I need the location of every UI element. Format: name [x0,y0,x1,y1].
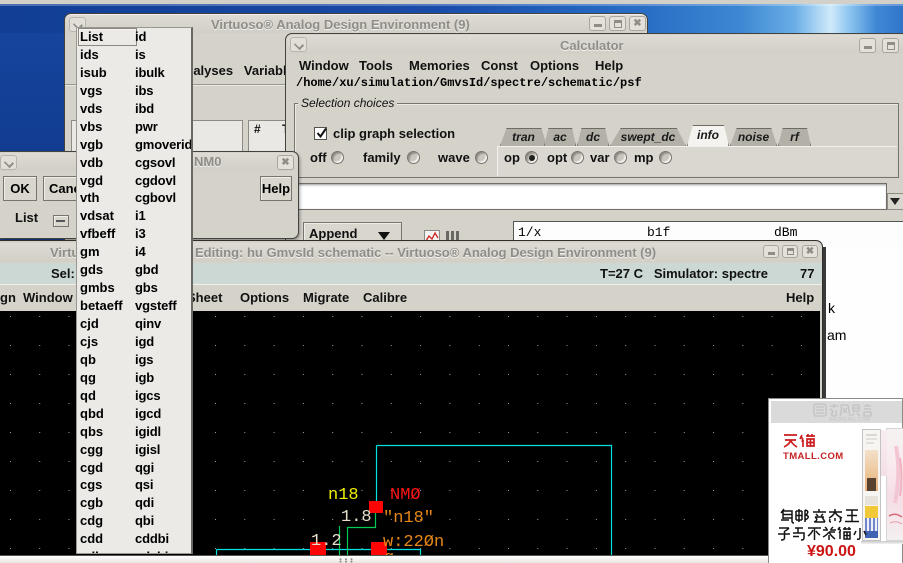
svg-text:1.2: 1.2 [311,532,342,551]
svg-text:NMØ: NMØ [390,486,421,505]
svg-text:TMALL.COM: TMALL.COM [783,451,844,462]
svg-text:"n18": "n18" [383,509,434,528]
svg-text:1.8: 1.8 [341,508,372,527]
svg-text:BAOFENG.COM: BAOFENG.COM [829,417,871,422]
svg-text:n18: n18 [328,486,359,505]
